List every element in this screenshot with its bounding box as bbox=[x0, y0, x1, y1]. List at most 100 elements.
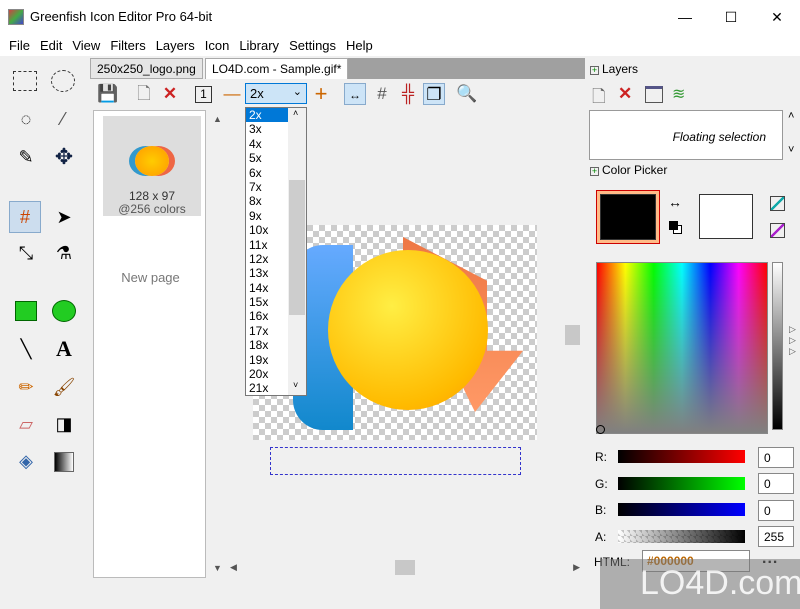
transparent-color-icon[interactable] bbox=[770, 196, 785, 211]
zoom-option[interactable]: 16x bbox=[246, 309, 288, 323]
zoom-option[interactable]: 19x bbox=[246, 353, 288, 367]
scroll-left-icon[interactable]: ◀ bbox=[230, 562, 237, 573]
minimize-button[interactable]: — bbox=[662, 0, 708, 34]
pencil-icon[interactable]: ✏ bbox=[13, 374, 39, 400]
scroll-right-icon[interactable]: ▶ bbox=[573, 562, 580, 573]
menu-file[interactable]: File bbox=[4, 34, 35, 56]
zoom-option[interactable]: 13x bbox=[246, 266, 288, 280]
b-slider[interactable] bbox=[618, 503, 745, 516]
rectangle-icon[interactable] bbox=[15, 301, 37, 321]
tab-logo[interactable]: 250x250_logo.png bbox=[90, 58, 203, 79]
b-value-input[interactable]: 0 bbox=[758, 500, 794, 521]
menu-view[interactable]: View bbox=[67, 34, 105, 56]
new-page-label[interactable]: New page bbox=[94, 270, 207, 285]
zoom-option[interactable]: 6x bbox=[246, 166, 288, 180]
r-slider[interactable] bbox=[618, 450, 745, 463]
zoom-option[interactable]: 10x bbox=[246, 223, 288, 237]
scroll-down-icon[interactable]: ˅ bbox=[293, 380, 298, 390]
layer-down-icon[interactable]: ˅ bbox=[788, 144, 794, 156]
layer-properties-icon[interactable] bbox=[645, 86, 663, 103]
zoom-option[interactable]: 17x bbox=[246, 324, 288, 338]
dropdown-scrollbar[interactable]: ˄ ˅ bbox=[288, 108, 306, 395]
secondary-color-swatch[interactable] bbox=[699, 194, 753, 239]
primary-color-swatch[interactable] bbox=[596, 190, 660, 244]
eraser-icon[interactable]: ▱ bbox=[13, 411, 39, 437]
lasso-icon[interactable]: ◌ bbox=[13, 106, 39, 132]
horizontal-scroll-thumb[interactable] bbox=[395, 560, 415, 575]
maximize-button[interactable]: ☐ bbox=[708, 0, 754, 34]
actual-size-icon[interactable]: 1 bbox=[195, 86, 212, 103]
zoom-option[interactable]: 12x bbox=[246, 252, 288, 266]
color-replace-icon[interactable]: ◈ bbox=[13, 448, 39, 474]
vertical-scroll-thumb[interactable] bbox=[565, 325, 580, 345]
line-icon[interactable]: ╲ bbox=[13, 336, 39, 362]
zoom-option[interactable]: 5x bbox=[246, 151, 288, 165]
reset-colors-icon[interactable] bbox=[669, 221, 678, 230]
crosshair-icon[interactable]: ╬ bbox=[397, 83, 419, 105]
gradient-icon[interactable] bbox=[54, 452, 74, 472]
menu-edit[interactable]: Edit bbox=[35, 34, 67, 56]
delete-page-icon[interactable]: ✕ bbox=[159, 83, 181, 105]
close-button[interactable]: ✕ bbox=[754, 0, 800, 34]
layer-list[interactable]: Floating selection bbox=[589, 110, 783, 160]
fill-icon[interactable]: ⚗ bbox=[51, 240, 77, 266]
text-icon[interactable]: A bbox=[51, 336, 77, 362]
magnifier-icon[interactable]: 🔍 bbox=[456, 83, 478, 105]
eyedropper-icon[interactable]: ⤡ bbox=[13, 240, 39, 266]
ellipse-select-icon[interactable] bbox=[51, 70, 75, 92]
zoom-option[interactable]: 15x bbox=[246, 295, 288, 309]
menu-layers[interactable]: Layers bbox=[151, 34, 200, 56]
scroll-down-icon[interactable]: ▼ bbox=[213, 563, 222, 573]
pages-icon[interactable]: ❐ bbox=[423, 83, 445, 105]
zoom-option[interactable]: 11x bbox=[246, 238, 288, 252]
zoom-option[interactable]: 18x bbox=[246, 338, 288, 352]
g-value-input[interactable]: 0 bbox=[758, 473, 794, 494]
r-value-input[interactable]: 0 bbox=[758, 447, 794, 468]
scroll-up-icon[interactable]: ▲ bbox=[213, 114, 222, 124]
brightness-arrows[interactable]: ▷ ▷ ▷ bbox=[789, 324, 796, 357]
delete-layer-icon[interactable]: ✕ bbox=[618, 84, 632, 104]
color-picker-header[interactable]: + Color Picker bbox=[590, 163, 667, 177]
rect-select-icon[interactable] bbox=[13, 71, 37, 91]
zoom-in-button[interactable]: + bbox=[310, 83, 332, 105]
zoom-option[interactable]: 3x bbox=[246, 122, 288, 136]
layer-up-icon[interactable]: ˄ bbox=[788, 110, 794, 122]
new-layer-icon[interactable]: 🗋 bbox=[592, 84, 606, 113]
color-spectrum[interactable] bbox=[596, 262, 768, 434]
pencil-select-icon[interactable]: ✎ bbox=[13, 144, 39, 170]
page-thumbnail[interactable]: 128 x 97 @256 colors bbox=[103, 116, 201, 216]
g-slider[interactable] bbox=[618, 477, 745, 490]
zoom-option[interactable]: 2x bbox=[246, 108, 288, 123]
zoom-select[interactable]: 2x ⌄ bbox=[245, 83, 307, 104]
a-value-input[interactable]: 255 bbox=[758, 526, 794, 547]
zoom-option[interactable]: 9x bbox=[246, 209, 288, 223]
menu-icon[interactable]: Icon bbox=[200, 34, 235, 56]
new-page-icon[interactable]: 🗋 bbox=[133, 83, 155, 105]
pointer-icon[interactable]: ➤ bbox=[51, 204, 77, 230]
color-cursor[interactable] bbox=[596, 425, 605, 434]
dropdown-scroll-thumb[interactable] bbox=[289, 180, 305, 315]
fit-width-icon[interactable]: ↔ bbox=[344, 83, 366, 105]
brightness-slider[interactable] bbox=[772, 262, 783, 430]
merge-layers-icon[interactable]: ≋ bbox=[672, 84, 685, 104]
crop-icon[interactable]: # bbox=[9, 201, 41, 233]
menu-help[interactable]: Help bbox=[341, 34, 378, 56]
zoom-dropdown-list[interactable]: 2x 3x 4x 5x 6x 7x 8x 9x 10x 11x 12x 13x 14x 15x 16x 17x… bbox=[245, 107, 307, 396]
swap-layers-icon[interactable]: ◨ bbox=[51, 411, 77, 437]
zoom-option[interactable]: 21x bbox=[246, 381, 288, 395]
zoom-option[interactable]: 20x bbox=[246, 367, 288, 381]
menu-library[interactable]: Library bbox=[234, 34, 284, 56]
zoom-option[interactable]: 7x bbox=[246, 180, 288, 194]
layers-header[interactable]: + Layers bbox=[590, 62, 638, 76]
ellipse-icon[interactable] bbox=[52, 300, 76, 322]
a-slider[interactable] bbox=[618, 530, 745, 543]
magic-wand-icon[interactable]: ⁄ bbox=[50, 106, 76, 132]
inverted-color-icon[interactable] bbox=[770, 223, 785, 238]
brush-icon[interactable]: 🖌 bbox=[51, 374, 77, 400]
menu-settings[interactable]: Settings bbox=[284, 34, 341, 56]
zoom-out-button[interactable]: — bbox=[221, 83, 243, 105]
layer-item[interactable]: Floating selection bbox=[673, 130, 766, 144]
swap-colors-icon[interactable]: ↔ bbox=[668, 194, 682, 210]
floating-selection-outline[interactable] bbox=[270, 447, 521, 475]
horizontal-scrollbar[interactable]: ◀ ▶ bbox=[230, 560, 580, 575]
